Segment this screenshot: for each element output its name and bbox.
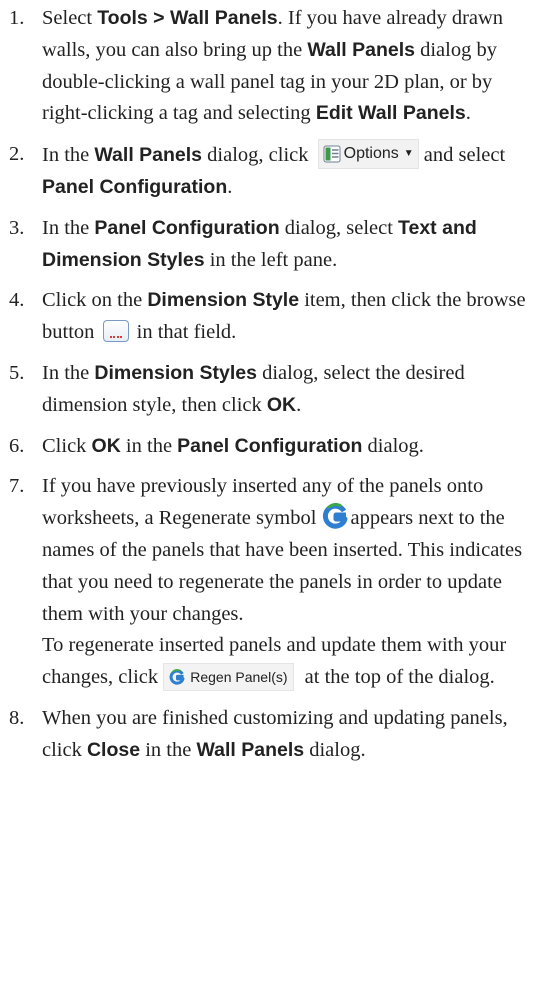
step-4: 4. Click on the Dimension Style item, th… xyxy=(0,285,541,349)
step-text: in that field. xyxy=(131,321,237,344)
step-text: in the left pane. xyxy=(204,248,338,271)
field-name: Dimension Style xyxy=(147,289,300,312)
step-6: 6. Click OK in the Panel Configuration d… xyxy=(0,431,541,463)
step-3: 3. In the Panel Configuration dialog, se… xyxy=(0,213,541,277)
step-number: 7. xyxy=(9,475,25,498)
step-text: dialog, click xyxy=(202,144,314,167)
step-number: 1. xyxy=(9,7,25,29)
step-8: 8. When you are finished customizing and… xyxy=(0,703,541,767)
menu-item-name: Panel Configuration xyxy=(42,175,228,198)
step-subparagraph: To regenerate inserted panels and update… xyxy=(42,630,541,694)
step-text: dialog. xyxy=(362,434,424,457)
browse-button-icon[interactable] xyxy=(102,320,129,343)
button-name: Close xyxy=(86,738,141,761)
menu-path: Tools > Wall Panels xyxy=(97,7,278,29)
step-number: 4. xyxy=(9,289,25,312)
step-number: 3. xyxy=(9,216,25,239)
step-number: 2. xyxy=(9,143,25,166)
step-text: Select xyxy=(42,7,98,29)
punctuation: . xyxy=(465,102,471,125)
regen-panels-button[interactable]: Regen Panel(s) xyxy=(163,663,294,692)
options-button[interactable]: Options ▼ xyxy=(317,139,419,170)
options-button-label: Options xyxy=(343,145,399,163)
regenerate-icon xyxy=(169,669,185,685)
punctuation: . xyxy=(296,393,302,416)
step-text: In the xyxy=(42,144,95,167)
step-text: and select xyxy=(418,144,506,167)
options-panel-icon xyxy=(323,145,341,163)
step-text: Click xyxy=(42,434,92,457)
step-2: 2. In the Wall Panels dialog, click Opti… xyxy=(0,139,541,204)
dialog-name: Panel Configuration xyxy=(177,434,363,457)
dropdown-caret-icon: ▼ xyxy=(403,148,414,160)
step-1: 1. Select Tools > Wall Panels. If you ha… xyxy=(0,3,541,130)
step-text: In the xyxy=(42,361,95,384)
step-number: 8. xyxy=(9,706,25,729)
dialog-name: Wall Panels xyxy=(94,144,203,167)
dialog-name: Wall Panels xyxy=(196,738,305,761)
step-text: in the xyxy=(120,434,178,457)
dialog-name: Wall Panels xyxy=(307,38,415,61)
step-text: Click on the xyxy=(42,289,148,312)
step-number: 6. xyxy=(9,434,25,457)
step-7: 7. If you have previously inserted any o… xyxy=(0,471,541,694)
regen-panels-button-label: Regen Panel(s) xyxy=(190,669,288,686)
menu-item-name: Edit Wall Panels xyxy=(315,102,466,125)
regenerate-icon xyxy=(322,503,348,529)
step-text: In the xyxy=(42,216,95,239)
punctuation: . xyxy=(227,175,233,198)
step-text: at the top of the dialog. xyxy=(299,666,495,689)
dialog-name: Dimension Styles xyxy=(94,361,257,384)
step-number: 5. xyxy=(9,361,25,384)
button-name: OK xyxy=(266,393,297,416)
dialog-name: Panel Configuration xyxy=(94,216,280,239)
step-5: 5. In the Dimension Styles dialog, selec… xyxy=(0,358,541,422)
step-text: in the xyxy=(140,738,197,761)
step-text: dialog. xyxy=(304,738,366,761)
step-text: dialog, select xyxy=(279,216,399,239)
instruction-steps: 1. Select Tools > Wall Panels. If you ha… xyxy=(0,0,545,767)
button-name: OK xyxy=(91,434,121,457)
